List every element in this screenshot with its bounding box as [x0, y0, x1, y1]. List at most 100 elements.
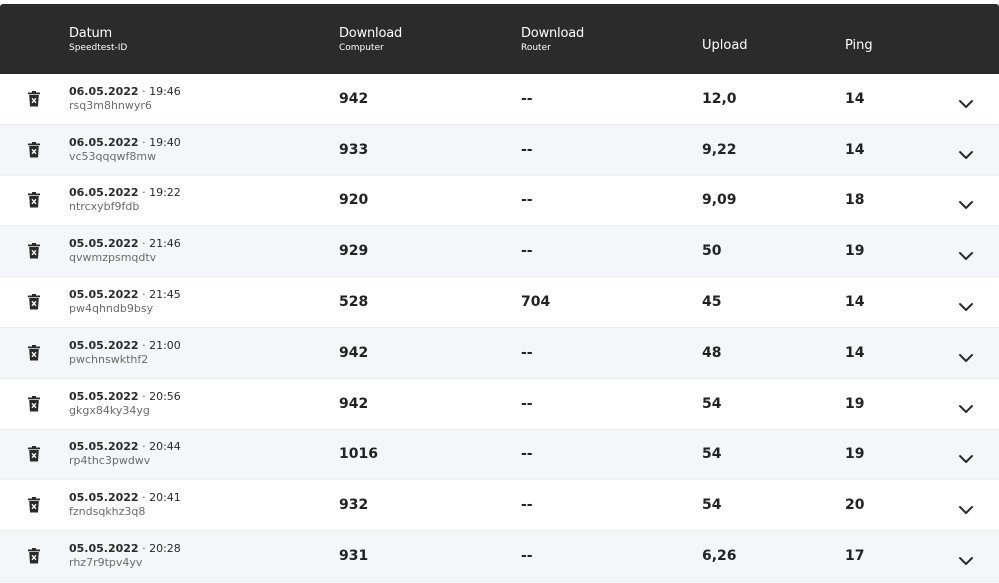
row-time: 21:00: [149, 338, 181, 352]
table-row: 05.05.2022 · 21:00 pwchnswkthf2 942 -- 4…: [0, 327, 999, 379]
ping-value: 14: [845, 344, 865, 361]
download-computer-value: 942: [339, 90, 369, 107]
row-time: 21:46: [149, 237, 181, 251]
speedtest-id: fzndsqkhz3q8: [69, 505, 146, 519]
date-cell: 06.05.2022 · 19:46 rsq3m8hnwyr6: [69, 85, 181, 113]
speedtest-id: gkgx84ky34yg: [69, 403, 150, 417]
download-router-value: 704: [521, 294, 551, 311]
date-cell: 05.05.2022 · 21:46 qvwmzpsmqdtv: [69, 237, 181, 265]
trash-icon[interactable]: [27, 192, 41, 208]
date-separator: ·: [138, 491, 150, 505]
header-download-computer: Download Computer: [339, 26, 402, 54]
table-row: 05.05.2022 · 20:41 fzndsqkhz3q8 932 -- 5…: [0, 480, 999, 532]
upload-value: 12,0: [702, 90, 737, 107]
date-separator: ·: [138, 186, 150, 200]
upload-value: 48: [702, 344, 722, 361]
trash-icon[interactable]: [27, 446, 41, 462]
date-cell: 05.05.2022 · 20:41 fzndsqkhz3q8: [69, 491, 181, 519]
chevron-down-icon[interactable]: [958, 297, 974, 312]
row-date: 05.05.2022: [69, 440, 139, 454]
row-time: 20:28: [149, 542, 181, 556]
ping-value: 19: [845, 243, 865, 260]
date-separator: ·: [138, 338, 150, 352]
chevron-down-icon[interactable]: [958, 399, 974, 413]
chevron-down-icon[interactable]: [958, 348, 974, 362]
trash-icon[interactable]: [27, 294, 41, 310]
upload-value: 54: [702, 446, 722, 463]
table-body: 06.05.2022 · 19:46 rsq3m8hnwyr6 942 -- 1…: [0, 74, 999, 582]
upload-value: 54: [702, 395, 722, 412]
header-date-label: Datum: [69, 26, 112, 41]
table-row: 06.05.2022 · 19:40 vc53qqqwf8mw 933 -- 9…: [0, 124, 999, 176]
chevron-down-icon[interactable]: [958, 195, 974, 210]
row-time: 20:44: [149, 440, 181, 454]
download-computer-value: 932: [339, 497, 369, 514]
speedtest-id: rhz7r9tpv4yv: [69, 556, 143, 570]
date-cell: 05.05.2022 · 21:45 pw4qhndb9bsy: [69, 288, 181, 316]
chevron-down-icon[interactable]: [958, 145, 974, 159]
upload-value: 50: [702, 243, 722, 260]
row-time: 20:41: [149, 491, 181, 505]
table-header: Datum Speedtest-ID Download Computer Dow…: [0, 4, 999, 74]
speedtest-id: rsq3m8hnwyr6: [69, 98, 152, 112]
row-date: 05.05.2022: [69, 389, 139, 403]
date-separator: ·: [138, 288, 150, 302]
trash-icon[interactable]: [27, 497, 41, 513]
chevron-down-icon[interactable]: [958, 551, 974, 566]
ping-value: 17: [845, 548, 865, 565]
date-separator: ·: [138, 135, 150, 149]
speedtest-id: qvwmzpsmqdtv: [69, 251, 157, 265]
download-computer-value: 528: [339, 294, 369, 311]
trash-icon[interactable]: [27, 243, 41, 259]
date-separator: ·: [138, 440, 150, 454]
table-row: 05.05.2022 · 21:46 qvwmzpsmqdtv 929 -- 5…: [0, 226, 999, 278]
date-separator: ·: [138, 542, 150, 556]
chevron-down-icon[interactable]: [958, 500, 974, 515]
header-ping: Ping: [845, 38, 873, 53]
ping-value: 19: [845, 446, 865, 463]
date-cell: 06.05.2022 · 19:22 ntrcxybf9fdb: [69, 186, 181, 214]
trash-icon[interactable]: [27, 141, 41, 158]
ping-value: 20: [845, 497, 865, 514]
speedtest-id: ntrcxybf9fdb: [69, 200, 140, 214]
date-cell: 05.05.2022 · 20:44 rp4thc3pwdwv: [69, 440, 181, 468]
date-cell: 05.05.2022 · 20:56 gkgx84ky34yg: [69, 390, 181, 418]
table-row: 06.05.2022 · 19:46 rsq3m8hnwyr6 942 -- 1…: [0, 74, 999, 125]
speedtest-id: pw4qhndb9bsy: [69, 302, 154, 316]
date-cell: 05.05.2022 · 21:00 pwchnswkthf2: [69, 339, 181, 367]
trash-icon[interactable]: [27, 395, 41, 412]
table-row: 05.05.2022 · 20:28 rhz7r9tpv4yv 931 -- 6…: [0, 531, 999, 582]
row-date: 05.05.2022: [69, 491, 139, 505]
trash-icon[interactable]: [27, 90, 41, 107]
download-computer-value: 1016: [339, 446, 378, 463]
ping-value: 18: [845, 192, 865, 209]
download-computer-value: 942: [339, 395, 369, 412]
table-row: 06.05.2022 · 19:22 ntrcxybf9fdb 920 -- 9…: [0, 176, 999, 227]
chevron-down-icon[interactable]: [958, 449, 974, 464]
upload-value: 9,22: [702, 141, 737, 158]
upload-value: 54: [702, 497, 722, 514]
chevron-down-icon[interactable]: [958, 94, 974, 108]
row-date: 05.05.2022: [69, 288, 139, 302]
date-cell: 05.05.2022 · 20:28 rhz7r9tpv4yv: [69, 542, 181, 570]
download-router-value: --: [521, 243, 533, 260]
header-date: Datum Speedtest-ID: [69, 26, 127, 54]
upload-value: 45: [702, 294, 722, 311]
row-time: 21:45: [149, 288, 181, 302]
chevron-down-icon[interactable]: [958, 246, 974, 261]
ping-value: 19: [845, 395, 865, 412]
row-date: 05.05.2022: [69, 237, 139, 251]
download-router-value: --: [521, 344, 533, 361]
date-separator: ·: [138, 389, 150, 403]
download-router-value: --: [521, 141, 533, 158]
speedtest-id: vc53qqqwf8mw: [69, 149, 157, 163]
row-time: 19:22: [149, 186, 181, 200]
row-time: 19:40: [149, 135, 181, 149]
header-download-router: Download Router: [521, 26, 584, 54]
header-download-computer-label: Download: [339, 26, 403, 41]
header-download-router-label: Download: [521, 26, 585, 41]
speedtest-id: pwchnswkthf2: [69, 352, 149, 366]
trash-icon[interactable]: [27, 548, 41, 564]
trash-icon[interactable]: [27, 344, 41, 361]
header-upload: Upload: [702, 38, 748, 53]
